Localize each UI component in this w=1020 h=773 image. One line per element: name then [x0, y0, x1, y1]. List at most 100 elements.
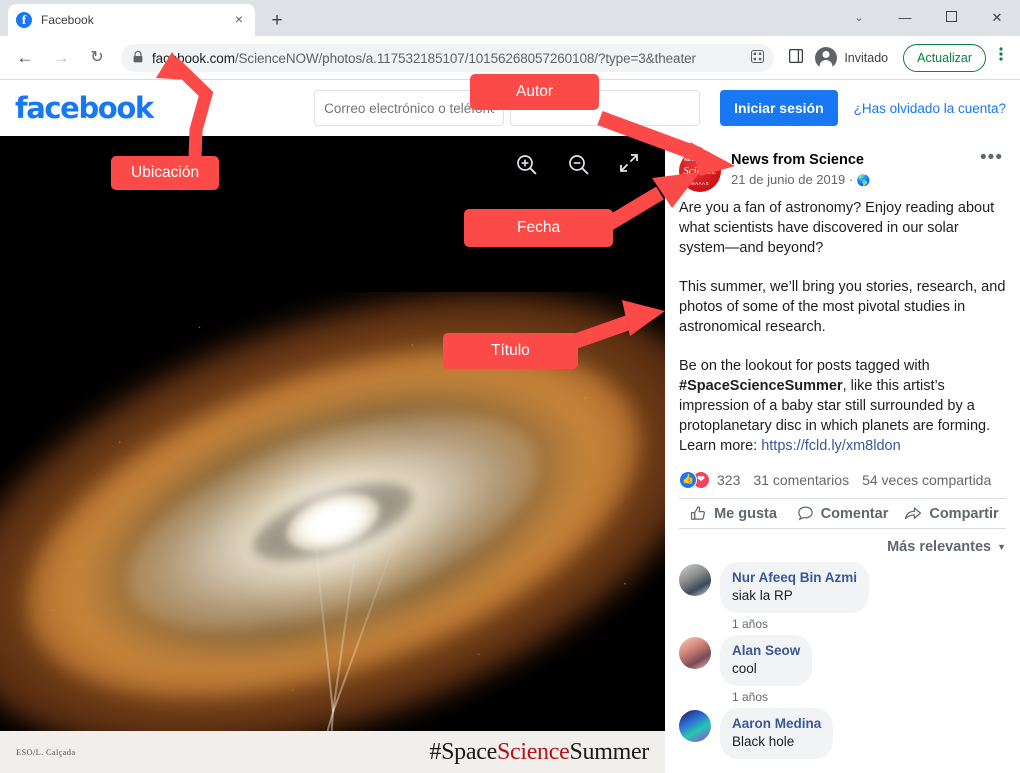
facebook-logo[interactable]: facebook [15, 91, 154, 125]
comment-time[interactable]: 1 años [720, 686, 1006, 704]
back-icon[interactable]: ← [11, 44, 39, 72]
annotation-ubicacion: Ubicación [111, 156, 220, 190]
comment-bubble: Aaron Medina Black hole [720, 708, 834, 759]
comment-author[interactable]: Alan Seow [732, 642, 800, 660]
thumbs-up-outline-icon [690, 505, 707, 522]
share-count[interactable]: 54 veces compartida [862, 472, 991, 488]
profile-chip[interactable]: Invitado [812, 44, 899, 72]
ellipsis-icon[interactable]: ••• [980, 148, 1006, 192]
post-link[interactable]: https://fcld.ly/xm8ldon [761, 438, 900, 454]
qr-code-icon[interactable] [751, 50, 765, 66]
new-tab-button[interactable]: + [264, 8, 290, 34]
list-item: Nur Afeeq Bin Azmi siak la RP 1 años [679, 562, 1006, 631]
watermark-science: Science [496, 738, 570, 765]
annotation-label: Ubicación [111, 156, 220, 190]
login-form: Iniciar sesión ¿Has olvidado la cuenta? [314, 90, 1020, 126]
chevron-down-icon[interactable]: ⌄ [836, 2, 882, 34]
photo-watermark: #SpaceScienceSummer [429, 739, 649, 766]
post-paragraph-tagged: Be on the lookout for posts tagged with … [679, 356, 1006, 456]
comment-button[interactable]: Comentar [788, 505, 897, 522]
comment-bubble: Alan Seow cool [720, 635, 813, 686]
post-author-block: News from Science 21 de junio de 2019 · … [731, 150, 980, 192]
maximize-icon[interactable] [928, 2, 974, 34]
browser-tab[interactable]: f Facebook × [8, 4, 255, 36]
post-date[interactable]: 21 de junio de 2019 [731, 172, 845, 187]
tab-strip: f Facebook × + ⌄ — ✕ [0, 0, 1020, 36]
browser-window: f Facebook × + ⌄ — ✕ ← → ↻ facebook.com/… [0, 0, 1020, 773]
comment-bubble-icon [797, 505, 814, 522]
close-window-icon[interactable]: ✕ [974, 2, 1020, 34]
url-text: facebook.com/ScienceNOW/photos/a.1175321… [152, 51, 745, 66]
share-label: Compartir [929, 505, 999, 522]
annotation-label: Fecha [464, 209, 614, 247]
reaction-summary: 👍 ❤ 323 31 comentarios 54 veces comparti… [679, 471, 1006, 498]
comment-bubble: Nur Afeeq Bin Azmi siak la RP [720, 562, 870, 613]
hashtag-tag[interactable]: #SpaceScienceSummer [679, 378, 843, 394]
side-panel-icon[interactable] [782, 44, 810, 72]
chevron-down-icon: ▼ [997, 542, 1006, 552]
annotation-fecha: Fecha [464, 209, 614, 247]
like-button[interactable]: Me gusta [679, 505, 788, 522]
forgot-account-link[interactable]: ¿Has olvidado la cuenta? [854, 101, 1006, 116]
annotation-autor: Autor [470, 74, 600, 110]
reload-icon[interactable]: ↻ [83, 44, 111, 72]
lock-icon [133, 50, 143, 66]
engagement-bar: 👍 ❤ 323 31 comentarios 54 veces comparti… [679, 471, 1006, 559]
avatar[interactable]: NEWS FROM Science MAAAS [679, 150, 721, 192]
fullscreen-icon[interactable] [619, 153, 645, 179]
like-label: Me gusta [714, 505, 777, 522]
photo-credit: ESO/L. Calçada [16, 747, 76, 757]
comment-count[interactable]: 31 comentarios [753, 472, 849, 488]
share-arrow-icon [904, 505, 922, 522]
update-button[interactable]: Actualizar [903, 44, 986, 72]
comment-time[interactable]: 1 años [720, 613, 1006, 631]
globe-icon: 🌎 [856, 175, 871, 187]
share-button[interactable]: Compartir [897, 505, 1006, 522]
comment-sort[interactable]: Más relevantes ▼ [679, 529, 1006, 559]
annotation-label: Autor [470, 74, 600, 110]
annotation-label: Título [443, 333, 578, 369]
post-author[interactable]: News from Science [731, 151, 980, 170]
avatar-line-1: NEWS FROM [684, 157, 716, 162]
tab-title: Facebook [41, 13, 94, 27]
reaction-count[interactable]: 323 [717, 472, 740, 488]
avatar[interactable] [679, 637, 711, 669]
avatar-line-3: MAAAS [690, 181, 710, 186]
close-icon[interactable]: × [231, 12, 247, 28]
watermark-summer: Summer [569, 738, 649, 765]
avatar-line-2: Science [683, 165, 717, 177]
signin-button[interactable]: Iniciar sesión [720, 90, 838, 126]
kebab-menu-icon[interactable] [988, 44, 1014, 72]
sort-label: Más relevantes [887, 539, 992, 555]
url-path: /ScienceNOW/photos/a.117532185107/101562… [234, 50, 696, 66]
facebook-icon: f [16, 12, 32, 28]
post-paragraph: This summer, we’ll bring you stories, re… [679, 279, 1006, 335]
zoom-out-icon[interactable] [567, 153, 593, 179]
photo-caption-bar: ESO/L. Calçada #SpaceScienceSummer [0, 731, 665, 773]
comment-author[interactable]: Nur Afeeq Bin Azmi [732, 569, 857, 587]
comment-text: Black hole [732, 734, 795, 749]
comment-text: cool [732, 661, 757, 676]
watermark-space: Space [441, 738, 497, 765]
address-bar[interactable]: facebook.com/ScienceNOW/photos/a.1175321… [121, 44, 775, 72]
avatar[interactable] [679, 710, 711, 742]
post-sidebar: NEWS FROM Science MAAAS News from Scienc… [665, 136, 1020, 773]
comment-author[interactable]: Aaron Medina [732, 715, 821, 733]
comment-list: Nur Afeeq Bin Azmi siak la RP 1 años Ala… [665, 559, 1020, 759]
url-domain: facebook.com [152, 50, 235, 66]
zoom-in-icon[interactable] [515, 153, 541, 179]
thumbs-up-icon: 👍 [679, 471, 697, 489]
minimize-icon[interactable]: — [882, 2, 928, 34]
avatar[interactable] [679, 564, 711, 596]
person-icon [815, 47, 838, 69]
paragraph-before: Be on the lookout for posts tagged with [679, 358, 930, 374]
list-item: Aaron Medina Black hole [679, 708, 1006, 759]
post-header: NEWS FROM Science MAAAS News from Scienc… [665, 136, 1020, 192]
post-meta: 21 de junio de 2019 · 🌎 [731, 171, 980, 190]
list-item: Alan Seow cool 1 años [679, 635, 1006, 704]
forward-icon[interactable]: → [47, 44, 75, 72]
profile-label: Invitado [844, 51, 889, 65]
watermark-hash: # [429, 738, 442, 765]
window-controls: ⌄ — ✕ [836, 0, 1020, 36]
comment-text: siak la RP [732, 588, 793, 603]
